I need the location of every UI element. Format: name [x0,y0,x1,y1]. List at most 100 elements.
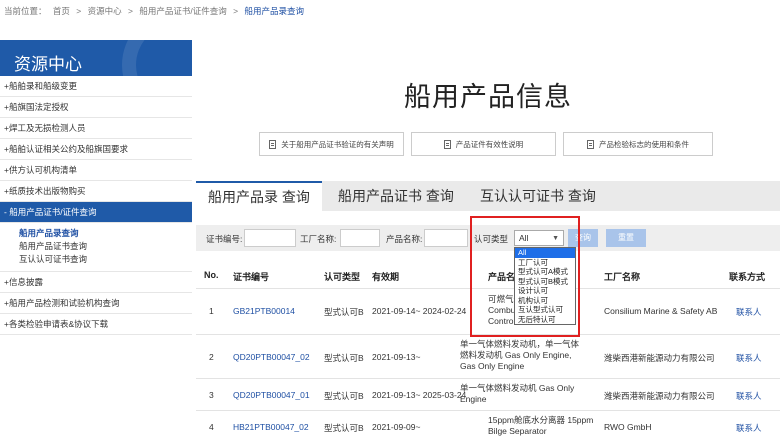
sidebar-item-conventions[interactable]: +船舶认证相关公约及船旗国要求 [0,139,192,160]
row-approval-type: 型式认可B [324,423,364,433]
tab-mutual-recognition[interactable]: 互认认可证书 查询 [480,181,596,211]
sidebar-subitem-product-certificate[interactable]: 船用产品证书查询 [0,240,192,253]
row-approval-type: 型式认可B [324,391,364,401]
sidebar-subitem-product-register[interactable]: 船用产品录查询 [0,227,192,240]
sidebar-item-test-labs[interactable]: +船用产品检测和试验机构查询 [0,293,192,314]
row-no: 2 [209,352,214,362]
row-validity: 2021-09-13~ [372,352,421,362]
sidebar: 资源中心 +船舶录和船级变更 +船旗国法定授权 +焊工及无损检测人员 +船舶认证… [0,40,192,335]
option-all[interactable]: All [515,248,575,258]
row-no: 4 [209,422,214,432]
option-type-approval-a[interactable]: 型式认可A模式 [515,267,575,277]
row-product-name: 15ppm舱底水分离器 15ppm Bilge Separator [488,415,593,437]
breadcrumb-separator: > [76,6,82,16]
mark-usage-doc-label: 产品检验标志的使用和条件 [599,139,689,149]
row-factory-name: RWO GmbH [604,422,652,432]
factory-label: 工厂名称: [300,234,337,244]
header-decoration [122,40,192,76]
tab-product-register[interactable]: 船用产品录 查询 [196,181,322,211]
tab-product-certificate[interactable]: 船用产品证书 查询 [338,181,454,211]
table-row: 3 QD20PTB00047_01 型式认可B 2021-09-13~ 2025… [196,378,780,408]
row-validity: 2021-09-14~ 2024-02-24 [372,306,467,316]
product-input[interactable] [424,229,468,247]
sidebar-item-ship-register[interactable]: +船舶录和船级变更 [0,76,192,97]
header-cert-no: 证书编号 [233,272,270,282]
sidebar-title: 资源中心 [14,55,82,74]
option-type-approval-b[interactable]: 型式认可B模式 [515,277,575,287]
row-product-name: 单一气体燃料发动机，单一气体 燃料发动机 Gas Only Engine, Ga… [460,339,579,372]
sidebar-item-welders-ndt[interactable]: +焊工及无损检测人员 [0,118,192,139]
product-line: 单一气体燃料发动机 Gas Only [460,383,575,393]
row-approval-type: 型式认可B [324,353,364,363]
row-approval-type: 型式认可B [324,307,364,317]
factory-input[interactable] [340,229,380,247]
table-row: 4 HB21PTB00047_02 型式认可B 2021-09-09~ 15pp… [196,410,780,444]
option-agency-approval[interactable]: 机构认可 [515,296,575,306]
validity-doc-label: 产品证件有效性说明 [455,139,524,149]
breadcrumb-separator: > [128,6,133,16]
sidebar-item-forms-download[interactable]: +各类检验申请表&协议下载 [0,314,192,335]
breadcrumb: 当前位置： 首页 > 资源中心 > 船用产品证书/证件查询 > 船用产品录查询 [4,5,308,17]
row-factory-name: 潍柴西港新能源动力有限公司 [604,391,715,401]
product-line: 燃料发动机 Gas Only Engine, [460,350,572,360]
breadcrumb-resource-link[interactable]: 资源中心 [88,6,122,16]
sidebar-submenu: 船用产品录查询 船用产品证书查询 互认认可证书查询 [0,223,192,272]
header-contact: 联系方式 [729,272,766,282]
product-line: Gas Only Engine [460,361,525,371]
header-factory-name: 工厂名称 [604,272,641,282]
row-product-name: 单一气体燃料发动机 Gas Only Engine [460,383,574,405]
row-factory-name: 潍柴西港新能源动力有限公司 [604,353,715,363]
search-tabs: 船用产品录 查询 船用产品证书 查询 互认认可证书 查询 [196,181,780,211]
row-factory-name: Consilium Marine & Safety AB [604,306,718,316]
statement-doc-label: 关于船用产品证书验证的有关声明 [281,139,394,149]
product-label: 产品名称: [386,234,423,244]
sidebar-header: 资源中心 [0,40,192,76]
row-cert-link[interactable]: GB21PTB00014 [233,306,295,316]
mark-usage-doc-button[interactable]: 产品检验标志的使用和条件 [563,132,713,156]
breadcrumb-certificate-link[interactable]: 船用产品证书/证件查询 [139,6,226,16]
row-contact-link[interactable]: 联系人 [736,352,762,364]
cert-no-input[interactable] [244,229,296,247]
breadcrumb-current: 船用产品录查询 [244,6,304,16]
cert-no-label: 证书编号: [206,234,243,244]
breadcrumb-prefix: 当前位置： [4,6,47,16]
reset-button[interactable]: 重置 [606,229,646,247]
header-approval-type: 认可类型 [324,272,361,282]
breadcrumb-separator: > [233,6,239,16]
header-validity: 有效期 [372,272,400,282]
product-line: Bilge Separator [488,426,547,436]
document-icon [269,139,277,149]
document-icon [587,139,594,149]
row-validity: 2021-09-13~ 2025-03-24 [372,390,467,400]
approval-type-dropdown: All 工厂认可 型式认可A模式 型式认可B模式 设计认可 机构认可 互认型式认… [514,247,576,325]
option-factory-approval[interactable]: 工厂认可 [515,258,575,268]
sidebar-item-publications[interactable]: +纸质技术出版物购买 [0,181,192,202]
product-line: 单一气体燃料发动机，单一气体 [460,339,580,349]
sidebar-item-flag-authorization[interactable]: +船旗国法定授权 [0,97,192,118]
row-contact-link[interactable]: 联系人 [736,306,762,318]
header-no: No. [204,270,219,280]
sidebar-item-suppliers[interactable]: +供方认可机构清单 [0,160,192,181]
option-other-approval[interactable]: 无后特认可 [515,315,575,325]
row-no: 1 [209,306,214,316]
row-contact-link[interactable]: 联系人 [736,422,762,434]
sidebar-item-product-certificates[interactable]: - 船用产品证书/证件查询 [0,202,192,223]
row-no: 3 [209,390,214,400]
option-mutual-type-approval[interactable]: 互认型式认可 [515,305,575,315]
document-icon [443,139,451,149]
statement-doc-button[interactable]: 关于船用产品证书验证的有关声明 [259,132,404,156]
row-cert-link[interactable]: QD20PTB00047_01 [233,390,310,400]
row-validity: 2021-09-09~ [372,422,421,432]
row-contact-link[interactable]: 联系人 [736,390,762,402]
row-cert-link[interactable]: HB21PTB00047_02 [233,422,309,432]
validity-doc-button[interactable]: 产品证件有效性说明 [411,132,556,156]
breadcrumb-home-link[interactable]: 首页 [53,6,70,16]
option-design-approval[interactable]: 设计认可 [515,286,575,296]
sidebar-item-disclosure[interactable]: +信息披露 [0,272,192,293]
table-row: 2 QD20PTB00047_02 型式认可B 2021-09-13~ 单一气体… [196,334,780,378]
product-line: Engine [460,394,487,404]
sidebar-subitem-mutual-recognition[interactable]: 互认认可证书查询 [0,253,192,266]
page-title: 船用产品信息 [404,82,572,112]
row-cert-link[interactable]: QD20PTB00047_02 [233,352,310,362]
product-line: 15ppm舱底水分离器 15ppm [488,415,594,425]
